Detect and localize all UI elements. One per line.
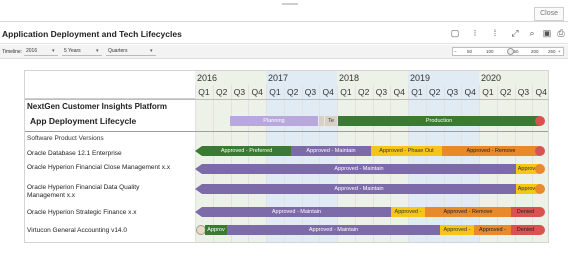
- fullscreen-icon[interactable]: ⤢: [510, 28, 520, 38]
- year-header: 2019: [410, 73, 431, 83]
- close-button[interactable]: Close: [534, 7, 564, 21]
- quarter-header: Q2: [215, 87, 228, 97]
- quarter-header: Q2: [357, 87, 370, 97]
- header-spacer: [25, 71, 195, 99]
- row-label: Oracle Database 12.1 Enterprise: [27, 150, 122, 157]
- lifecycle-bar[interactable]: Approved - Preferred: [202, 146, 291, 156]
- quarter-header: Q4: [251, 87, 263, 97]
- save-icon[interactable]: ▣: [542, 28, 552, 38]
- collapse-width-icon[interactable]: ⁞: [490, 28, 500, 38]
- search-icon[interactable]: ⌕: [527, 28, 537, 38]
- lifecycle-bar[interactable]: Approved - Remove: [425, 207, 511, 217]
- year-header: 2020: [481, 73, 502, 83]
- quarter-header: Q4: [464, 87, 476, 97]
- project-name: NextGen Customer Insights Platform: [27, 102, 168, 111]
- quarter-header: Q4: [535, 87, 547, 97]
- fit-icon[interactable]: ▢: [450, 28, 460, 38]
- row-label: Oracle Hyperion Financial Close Manageme…: [27, 164, 171, 171]
- arrow-left-icon: [195, 184, 202, 194]
- zoom-tick-label: 50: [467, 49, 473, 54]
- zoom-tick-label: 250: [548, 49, 556, 54]
- section-label: Software Product Versions: [27, 135, 104, 142]
- quarter-header: Q2: [428, 87, 441, 97]
- year-header: 2017: [268, 73, 289, 83]
- zoom-minus-icon[interactable]: −: [454, 49, 457, 54]
- filter-bar: Timeline: 2016 ▾ 5 Years ▾ Quarters ▾ − …: [0, 45, 568, 59]
- lifecycle-gantt: Q1 Q2 Q3 Q4 Q1 Q2 Q3 Q4 Q1 Q2 Q3 Q4 Q1 Q2 Q3 Q4 Q1 Q2 Q3 Q4…: [24, 70, 549, 243]
- section-divider: [25, 131, 548, 132]
- zoom-knob[interactable]: [507, 48, 514, 55]
- title-bar: Application Deployment and Tech Lifecycl…: [0, 22, 568, 44]
- quarter-header: Q1: [482, 87, 494, 97]
- timeline-unit-select[interactable]: Quarters: [106, 48, 156, 56]
- lifecycle-bar[interactable]: Approved -: [391, 207, 425, 217]
- drag-handle[interactable]: [282, 3, 298, 5]
- chevron-down-icon: ▾: [52, 48, 55, 54]
- lifecycle-bar[interactable]: Approved -: [474, 225, 511, 235]
- end-cap: [535, 207, 545, 217]
- lifecycle-bar[interactable]: Approved - Maintain: [202, 164, 516, 174]
- lifecycle-bar[interactable]: Approved - Maintain: [202, 207, 391, 217]
- lifecycle-label: App Deployment Lifecycle: [30, 116, 137, 126]
- zoom-plus-icon[interactable]: +: [558, 49, 561, 54]
- window-topbar: Close: [0, 0, 568, 22]
- quarter-header: Q3: [233, 87, 246, 97]
- zoom-slider[interactable]: − 50 100 150 200 250 +: [452, 47, 564, 56]
- row-label: Oracle Hyperion Financial Data Quality M…: [27, 184, 140, 199]
- lifecycle-bar[interactable]: Approved -: [440, 225, 474, 235]
- lifecycle-bar[interactable]: Approv: [205, 225, 227, 235]
- zoom-tick-label: 200: [531, 49, 539, 54]
- quarter-header: Q3: [304, 87, 317, 97]
- end-cap: [535, 184, 545, 194]
- chevron-down-icon: ▾: [150, 48, 153, 54]
- row-label: Virtucon General Accounting v14.0: [27, 227, 127, 234]
- phase-gap: [319, 116, 324, 126]
- lifecycle-bar[interactable]: Approved - Maintain: [202, 184, 516, 194]
- quarter-header: Q3: [446, 87, 459, 97]
- year-header: 2016: [197, 73, 218, 83]
- end-cap: [535, 146, 545, 156]
- quarter-header: Q1: [411, 87, 423, 97]
- quarter-header: Q3: [517, 87, 530, 97]
- phase-test[interactable]: Te: [325, 116, 337, 126]
- quarter-header: Q4: [393, 87, 405, 97]
- quarter-header: Q2: [499, 87, 512, 97]
- phase-planning[interactable]: Planning: [230, 116, 318, 126]
- print-icon[interactable]: ⎙: [556, 28, 566, 38]
- quarter-header: Q2: [286, 87, 299, 97]
- timeline-label: Timeline:: [2, 49, 23, 55]
- end-cap: [535, 164, 545, 174]
- lifecycle-bar[interactable]: Approved - Maintain: [291, 146, 371, 156]
- quarter-header: Q3: [375, 87, 388, 97]
- arrow-left-icon: [195, 164, 202, 174]
- row-label: Oracle Hyperion Strategic Finance x.x: [27, 209, 137, 216]
- quarter-header: Q1: [198, 87, 210, 97]
- zoom-tick-label: 100: [486, 49, 494, 54]
- arrow-left-icon: [195, 207, 202, 217]
- quarter-header: Q1: [269, 87, 281, 97]
- expand-width-icon[interactable]: ⁝: [470, 28, 480, 38]
- quarter-header: Q1: [340, 87, 352, 97]
- lifecycle-bar[interactable]: Approved - Remove: [442, 146, 540, 156]
- quarter-header: Q4: [322, 87, 334, 97]
- lifecycle-bar[interactable]: Approved - Phase Out: [371, 146, 442, 156]
- chevron-down-icon: ▾: [96, 48, 99, 54]
- end-cap: [535, 225, 545, 235]
- header-divider: [25, 99, 548, 100]
- arrow-left-icon: [195, 146, 202, 156]
- phase-production[interactable]: Production: [338, 116, 540, 126]
- end-cap: [535, 116, 545, 126]
- year-header: 2018: [339, 73, 360, 83]
- lifecycle-bar[interactable]: Approved - Maintain: [227, 225, 440, 235]
- page-title: Application Deployment and Tech Lifecycl…: [2, 29, 182, 39]
